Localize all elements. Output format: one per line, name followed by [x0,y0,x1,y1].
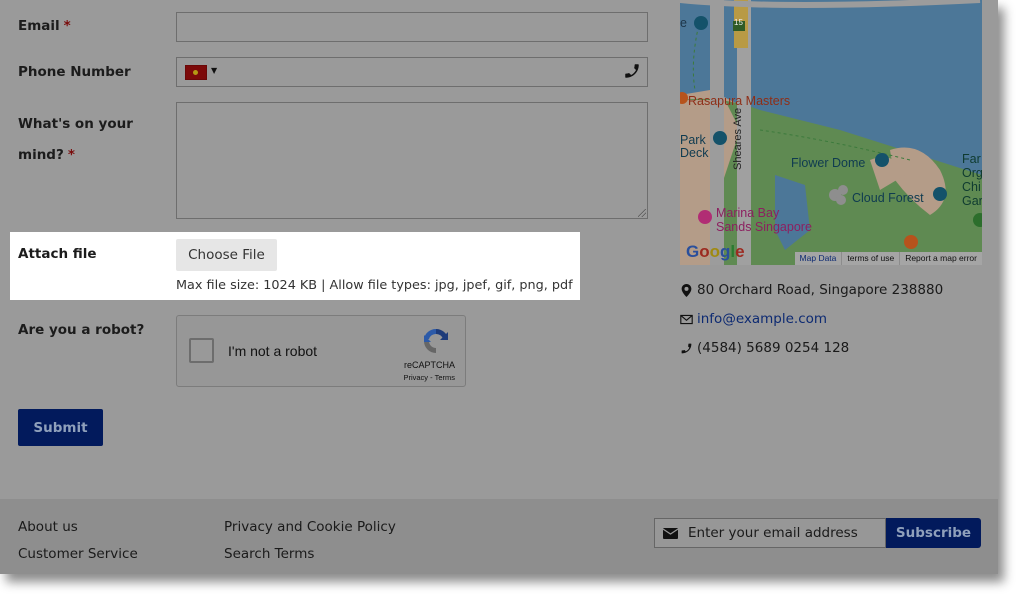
submit-button[interactable]: Submit [18,409,103,446]
google-logo: Google [686,242,745,261]
report-map-error-link[interactable]: Report a map error [899,252,982,265]
resize-handle-icon[interactable] [638,209,646,217]
newsletter-email-input[interactable] [688,519,878,547]
footer-link-search-terms[interactable]: Search Terms [224,546,314,562]
map-label: e [680,16,687,30]
message-label-line1: What's on your [18,116,133,132]
map-marker-icon [681,283,692,297]
contact-phone: (4584) 5689 0254 128 [680,340,849,356]
recaptcha-widget: I'm not a robot reCAPTCHA Privacy - Term… [176,315,466,387]
attach-file-label: Attach file [18,246,97,262]
phone-field[interactable]: ▼ [176,57,648,87]
contact-address: 80 Orchard Road, Singapore 238880 [680,282,943,298]
map-data-link[interactable]: Map Data [795,252,842,265]
map-footer: Map Data terms of use Report a map error [794,252,982,265]
vietnam-flag-icon[interactable] [185,65,207,80]
phone-text: (4584) 5689 0254 128 [697,340,850,356]
map-label: Sands Singapore [716,220,812,234]
map-label-line: Gar [962,194,982,208]
robot-label: Are you a robot? [18,322,145,338]
message-label-line2: mind? [18,147,64,163]
map[interactable]: e 15 Rasapura Masters Park Deck Sheares … [680,0,982,265]
envelope-icon [680,314,693,324]
chevron-down-icon[interactable]: ▼ [211,66,217,75]
footer: About us Customer Service Privacy and Co… [0,499,998,574]
email-label: Email * [18,18,71,34]
required-mark: * [63,18,71,34]
recaptcha-label: I'm not a robot [228,343,318,359]
terms-of-use-link[interactable]: terms of use [841,252,899,265]
email-label-text: Email [18,18,60,34]
footer-link-about[interactable]: About us [18,519,78,535]
route-marker: 15 [734,18,743,27]
recaptcha-privacy-terms-link[interactable]: Privacy - Terms [403,373,455,382]
choose-file-button[interactable]: Choose File [176,239,277,271]
map-label: Far Org Chi Gar [962,152,982,208]
envelope-icon [663,528,678,539]
file-hint: Max file size: 1024 KB | Allow file type… [176,278,573,293]
map-label-line: Chi [962,180,981,194]
map-label: Flower Dome [791,156,866,170]
map-label: Marina Bay [716,206,780,220]
map-label: Cloud Forest [852,191,924,205]
phone-label: Phone Number [18,64,131,80]
map-label: Rasapura Masters [688,94,791,108]
map-label: Sheares Ave [732,107,744,170]
recaptcha-checkbox[interactable] [189,338,214,363]
footer-link-customer-service[interactable]: Customer Service [18,546,138,562]
subscribe-button[interactable]: Subscribe [886,518,981,548]
email-field[interactable] [176,12,648,42]
recaptcha-logo-icon [424,328,448,353]
map-label: Deck [680,146,709,160]
message-label: What's on your mind? * [18,109,133,171]
address-text: 80 Orchard Road, Singapore 238880 [697,282,944,298]
contact-email: info@example.com [680,311,827,327]
required-mark: * [67,147,75,163]
message-textarea[interactable] [176,102,648,219]
recaptcha-brand: reCAPTCHA [403,360,455,370]
phone-icon [681,343,692,353]
footer-link-privacy[interactable]: Privacy and Cookie Policy [224,519,396,535]
page: Email * Phone Number ▼ What's on your min… [0,0,998,574]
map-label: Park [680,133,706,147]
newsletter-field [654,518,886,548]
email-link[interactable]: info@example.com [697,311,827,327]
map-label-line: Org [962,166,982,180]
phone-icon [625,64,639,78]
map-label-line: Far [962,152,981,166]
